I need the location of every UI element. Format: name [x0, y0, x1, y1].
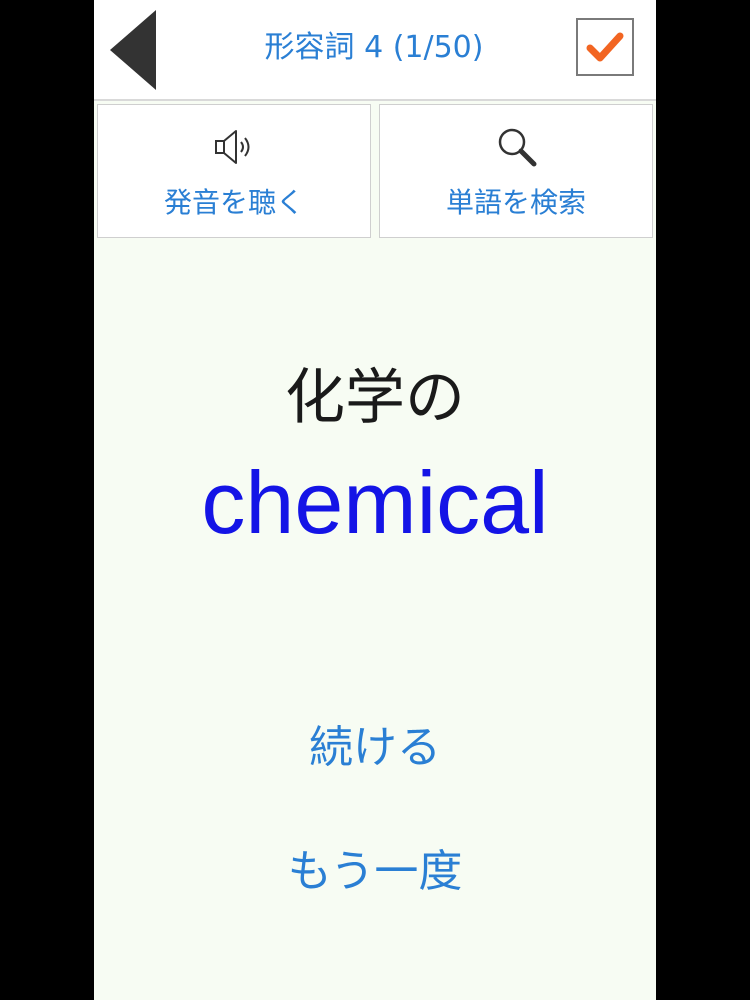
magnifier-icon — [498, 128, 537, 167]
speaker-icon — [215, 130, 250, 164]
search-word-button[interactable]: 単語を検索 — [379, 104, 653, 238]
back-triangle-icon — [110, 10, 156, 90]
search-label: 単語を検索 — [445, 186, 586, 219]
listen-pronunciation-button[interactable]: 発音を聴く — [97, 104, 371, 238]
checkmark-icon — [586, 32, 624, 62]
listen-label: 発音を聴く — [163, 186, 304, 219]
mark-learned-checkbox[interactable] — [576, 18, 634, 76]
back-button[interactable] — [106, 8, 162, 92]
vocabulary-word: chemical — [201, 453, 549, 552]
app-screen: 形容詞 4 (1/50) 発音を聴く 単語を検索 化学の chemical 続け… — [94, 0, 656, 1000]
word-meaning: 化学の — [285, 363, 465, 433]
continue-button[interactable]: 続ける — [94, 718, 656, 778]
try-again-button[interactable]: もう一度 — [94, 842, 656, 902]
page-title: 形容詞 4 (1/50) — [264, 30, 484, 65]
header-bar: 形容詞 4 (1/50) — [94, 0, 656, 101]
